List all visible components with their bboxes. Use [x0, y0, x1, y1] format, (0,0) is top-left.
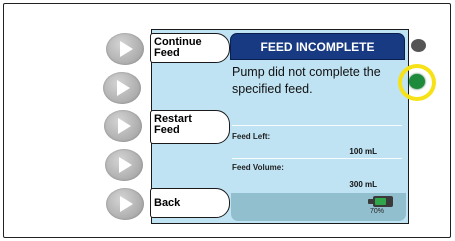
- side-button-3-play-icon[interactable]: [104, 110, 142, 142]
- battery-icon: [373, 196, 393, 207]
- continue-feed-button[interactable]: Continue Feed: [150, 33, 230, 63]
- divider: [232, 158, 402, 159]
- side-button-4-play-icon[interactable]: [105, 149, 143, 181]
- restart-feed-button[interactable]: Restart Feed: [150, 110, 230, 144]
- side-button-5-play-icon[interactable]: [106, 188, 144, 220]
- alert-message: Pump did not complete the specified feed…: [232, 65, 381, 96]
- feed-left-label: Feed Left:: [232, 132, 271, 141]
- led-indicator-icon: [411, 39, 426, 52]
- battery-percent: 70%: [370, 208, 385, 215]
- feed-left-value: 100 mL: [349, 147, 377, 156]
- divider: [232, 125, 402, 126]
- side-button-1-play-icon[interactable]: [106, 33, 144, 65]
- side-button-2-play-icon[interactable]: [103, 72, 141, 104]
- feed-volume-label: Feed Volume:: [232, 163, 284, 172]
- battery-level-fill: [375, 198, 387, 205]
- screen-title: FEED INCOMPLETE: [230, 33, 405, 60]
- status-led-icon: [409, 74, 425, 89]
- back-button[interactable]: Back: [150, 188, 230, 218]
- feed-volume-value: 300 mL: [349, 180, 377, 189]
